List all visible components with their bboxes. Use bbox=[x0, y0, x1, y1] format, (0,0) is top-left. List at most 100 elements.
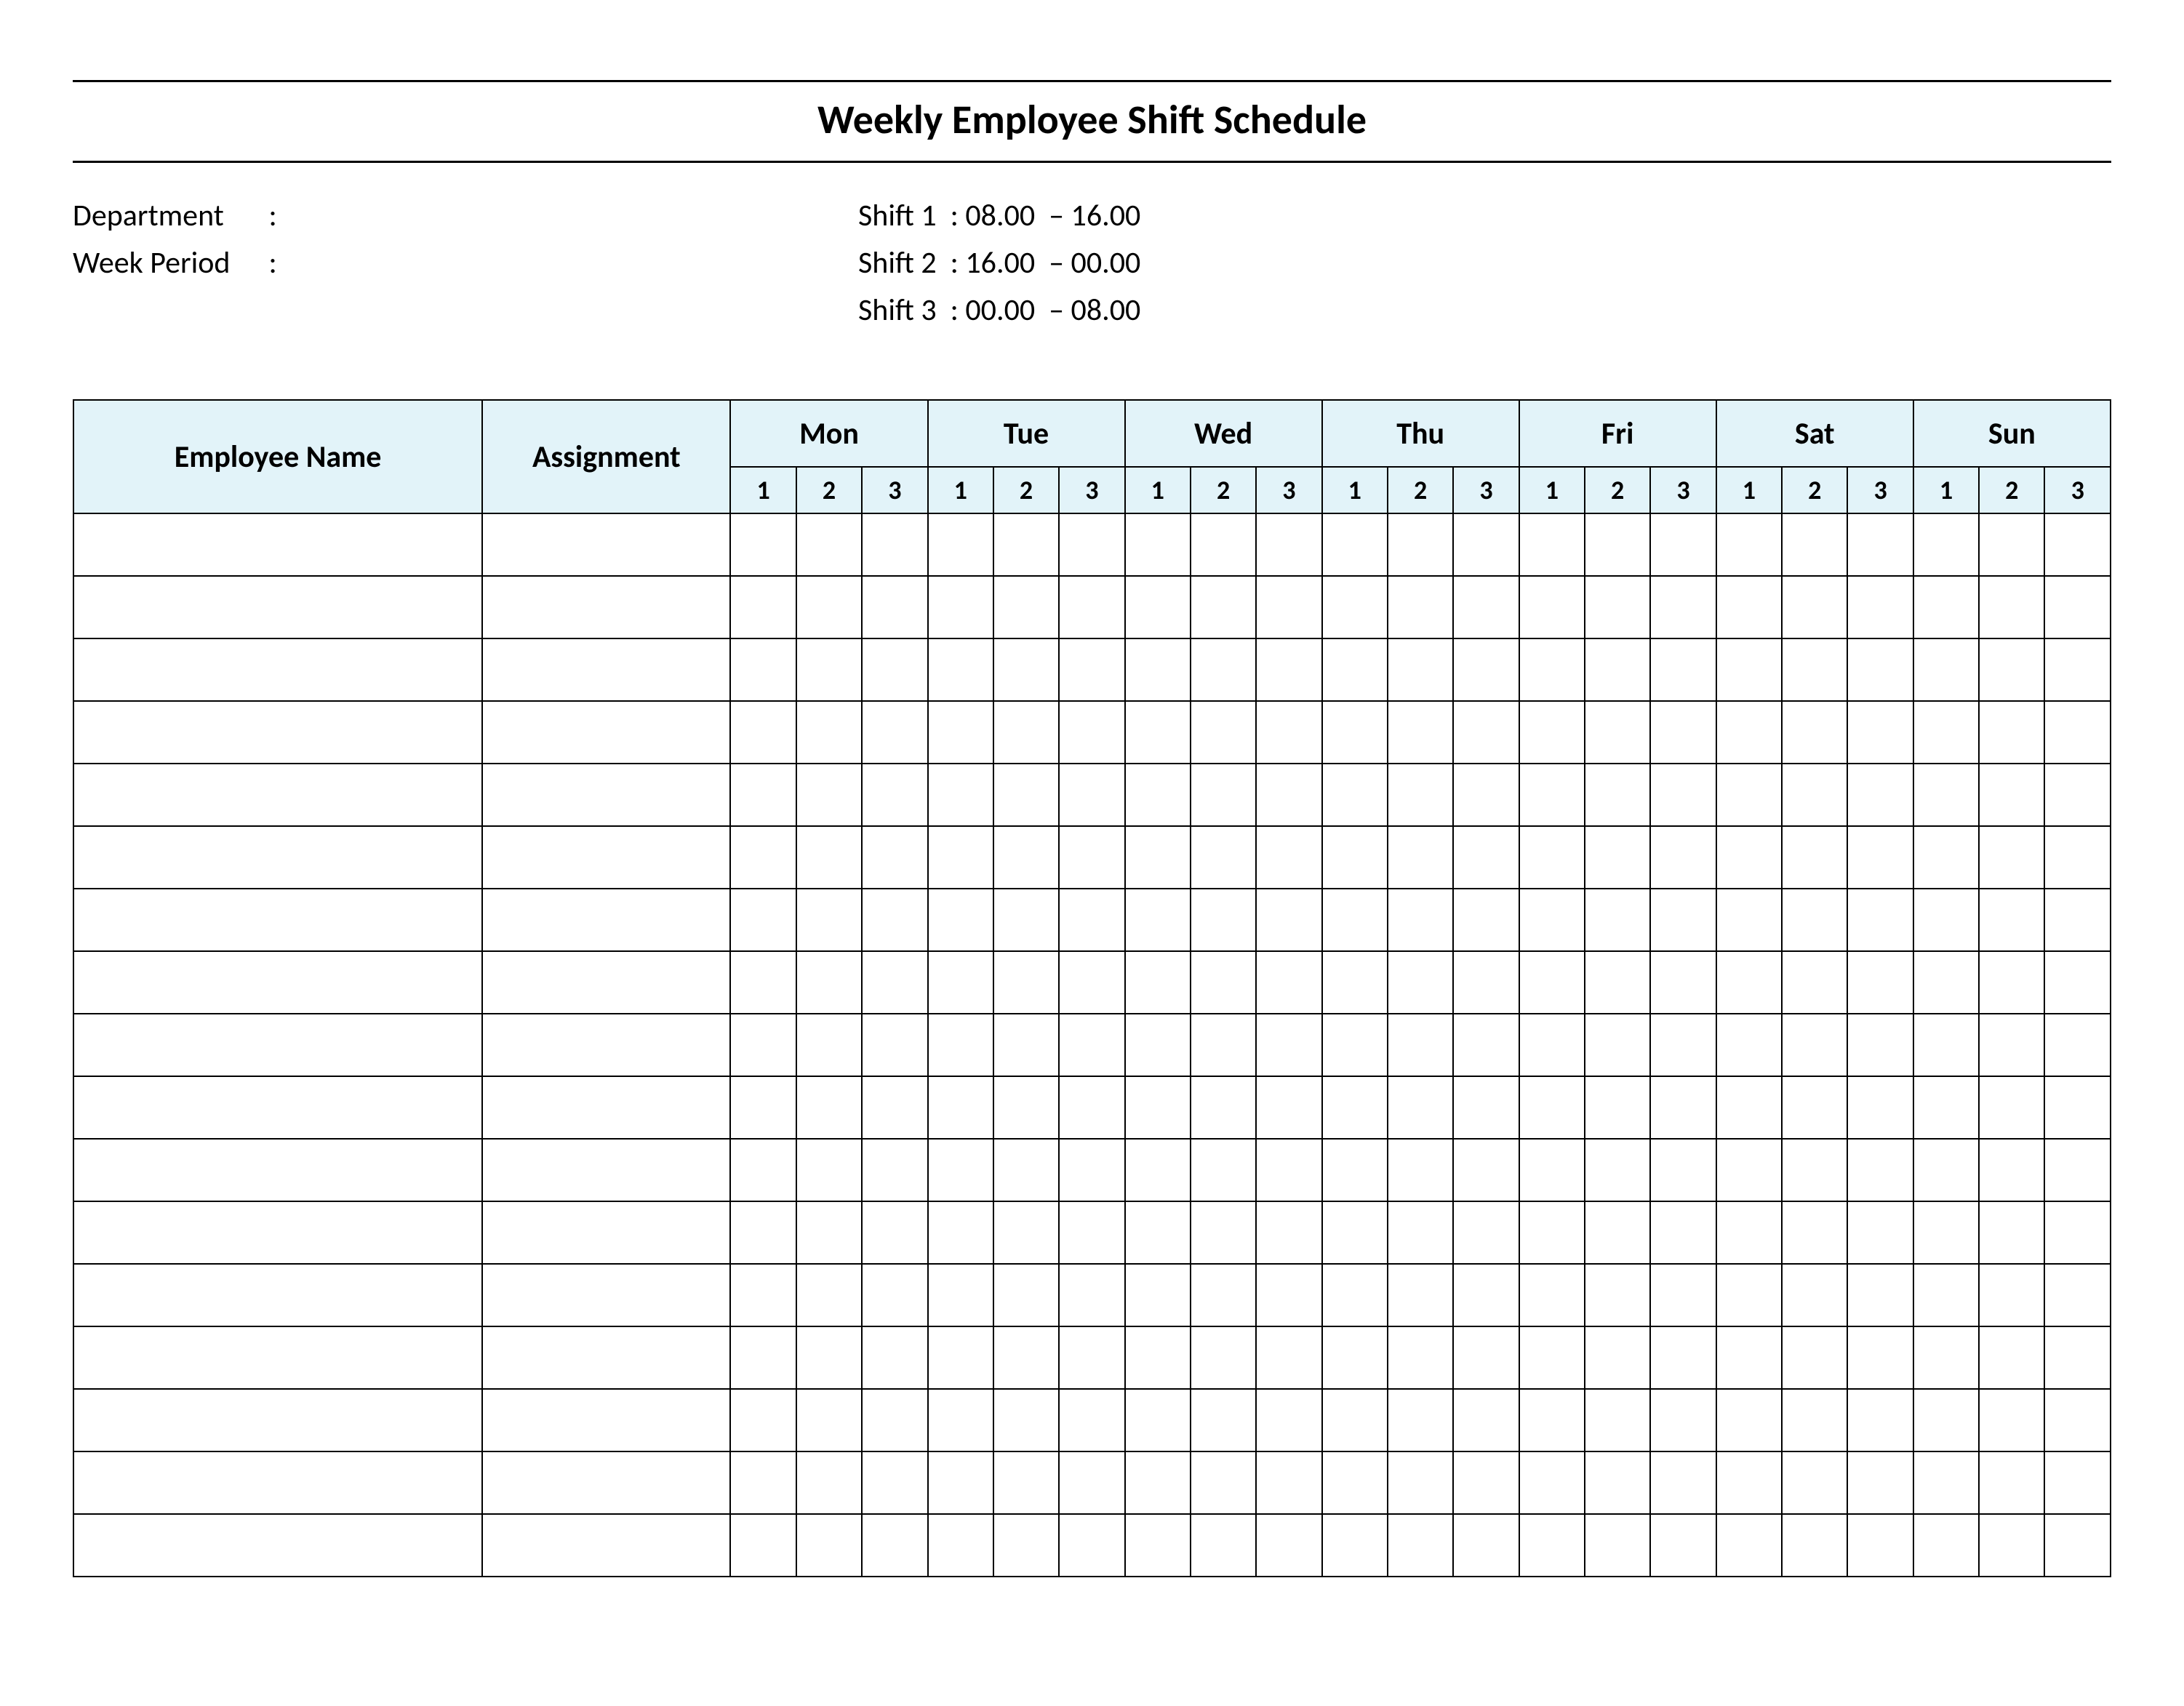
cell-shift bbox=[1913, 764, 1979, 826]
cell-shift bbox=[1716, 576, 1782, 638]
cell-shift bbox=[1913, 701, 1979, 764]
cell-shift bbox=[993, 576, 1059, 638]
cell-shift bbox=[862, 951, 927, 1014]
cell-shift bbox=[1979, 1076, 2044, 1139]
table-row bbox=[73, 701, 2111, 764]
cell-shift bbox=[928, 1389, 993, 1451]
cell-shift bbox=[1519, 513, 1585, 576]
header-shiftnum: 2 bbox=[1388, 467, 1453, 513]
cell-shift bbox=[1388, 1264, 1453, 1326]
cell-shift bbox=[1585, 701, 1650, 764]
cell-employee bbox=[73, 826, 482, 889]
cell-shift bbox=[1453, 701, 1519, 764]
cell-assignment bbox=[482, 764, 730, 826]
cell-shift bbox=[1913, 1014, 1979, 1076]
cell-shift bbox=[1519, 1201, 1585, 1264]
cell-shift bbox=[1256, 826, 1321, 889]
cell-shift bbox=[1716, 1139, 1782, 1201]
cell-shift bbox=[1716, 1014, 1782, 1076]
bottom-rule bbox=[73, 161, 2111, 163]
cell-shift bbox=[1388, 1451, 1453, 1514]
cell-shift bbox=[1519, 1014, 1585, 1076]
cell-shift bbox=[2044, 889, 2111, 951]
cell-shift bbox=[1913, 1076, 1979, 1139]
cell-shift bbox=[1191, 1139, 1256, 1201]
cell-shift bbox=[2044, 1014, 2111, 1076]
cell-shift bbox=[1059, 1389, 1124, 1451]
cell-shift bbox=[928, 638, 993, 701]
header-shiftnum: 1 bbox=[928, 467, 993, 513]
cell-shift bbox=[1979, 1201, 2044, 1264]
cell-shift bbox=[2044, 701, 2111, 764]
cell-shift bbox=[928, 1076, 993, 1139]
cell-shift bbox=[1716, 826, 1782, 889]
cell-shift bbox=[862, 889, 927, 951]
cell-shift bbox=[1322, 951, 1388, 1014]
cell-shift bbox=[1782, 1326, 1847, 1389]
cell-shift bbox=[928, 1514, 993, 1577]
cell-shift bbox=[1519, 764, 1585, 826]
cell-shift bbox=[2044, 638, 2111, 701]
schedule-table: Employee Name Assignment Mon Tue Wed Thu… bbox=[73, 399, 2111, 1577]
shift-3-line: Shift 3 : 00.00 – 08.00 bbox=[858, 287, 2111, 334]
cell-employee bbox=[73, 764, 482, 826]
cell-shift bbox=[730, 1139, 796, 1201]
cell-shift bbox=[730, 826, 796, 889]
cell-shift bbox=[1125, 1076, 1191, 1139]
table-row bbox=[73, 951, 2111, 1014]
cell-shift bbox=[1716, 638, 1782, 701]
cell-shift bbox=[1585, 638, 1650, 701]
cell-shift bbox=[1453, 1389, 1519, 1451]
cell-shift bbox=[2044, 1326, 2111, 1389]
cell-shift bbox=[1650, 1326, 1716, 1389]
cell-shift bbox=[1847, 1139, 1913, 1201]
cell-employee bbox=[73, 1201, 482, 1264]
cell-shift bbox=[1979, 1264, 2044, 1326]
cell-shift bbox=[1650, 513, 1716, 576]
cell-assignment bbox=[482, 889, 730, 951]
department-label: Department bbox=[73, 192, 262, 239]
cell-shift bbox=[730, 1264, 796, 1326]
cell-shift bbox=[1322, 513, 1388, 576]
cell-shift bbox=[862, 1389, 927, 1451]
table-row bbox=[73, 1326, 2111, 1389]
cell-shift bbox=[1585, 513, 1650, 576]
cell-assignment bbox=[482, 513, 730, 576]
cell-employee bbox=[73, 1014, 482, 1076]
cell-employee bbox=[73, 638, 482, 701]
cell-shift bbox=[928, 701, 993, 764]
cell-shift bbox=[1453, 576, 1519, 638]
cell-shift bbox=[1650, 638, 1716, 701]
cell-shift bbox=[730, 1076, 796, 1139]
cell-shift bbox=[730, 1326, 796, 1389]
cell-shift bbox=[1650, 1451, 1716, 1514]
cell-shift bbox=[1322, 1451, 1388, 1514]
cell-shift bbox=[1125, 1326, 1191, 1389]
header-shiftnum: 1 bbox=[1716, 467, 1782, 513]
cell-assignment bbox=[482, 951, 730, 1014]
table-row bbox=[73, 889, 2111, 951]
cell-employee bbox=[73, 1451, 482, 1514]
header-shiftnum: 2 bbox=[1782, 467, 1847, 513]
cell-shift bbox=[928, 1451, 993, 1514]
cell-shift bbox=[993, 1139, 1059, 1201]
cell-shift bbox=[1059, 1326, 1124, 1389]
week-period-colon: : bbox=[269, 244, 277, 281]
week-period-line: Week Period : bbox=[73, 239, 858, 287]
cell-shift bbox=[1585, 1326, 1650, 1389]
cell-shift bbox=[1256, 889, 1321, 951]
cell-shift bbox=[1782, 1139, 1847, 1201]
cell-shift bbox=[993, 764, 1059, 826]
cell-shift bbox=[730, 1389, 796, 1451]
cell-shift bbox=[1125, 1389, 1191, 1451]
cell-shift bbox=[1322, 1514, 1388, 1577]
cell-shift bbox=[1125, 951, 1191, 1014]
cell-shift bbox=[1453, 1264, 1519, 1326]
cell-shift bbox=[993, 889, 1059, 951]
cell-shift bbox=[1453, 1076, 1519, 1139]
cell-shift bbox=[1256, 1264, 1321, 1326]
cell-shift bbox=[1125, 889, 1191, 951]
table-row bbox=[73, 764, 2111, 826]
cell-shift bbox=[1388, 1201, 1453, 1264]
cell-shift bbox=[1519, 1264, 1585, 1326]
